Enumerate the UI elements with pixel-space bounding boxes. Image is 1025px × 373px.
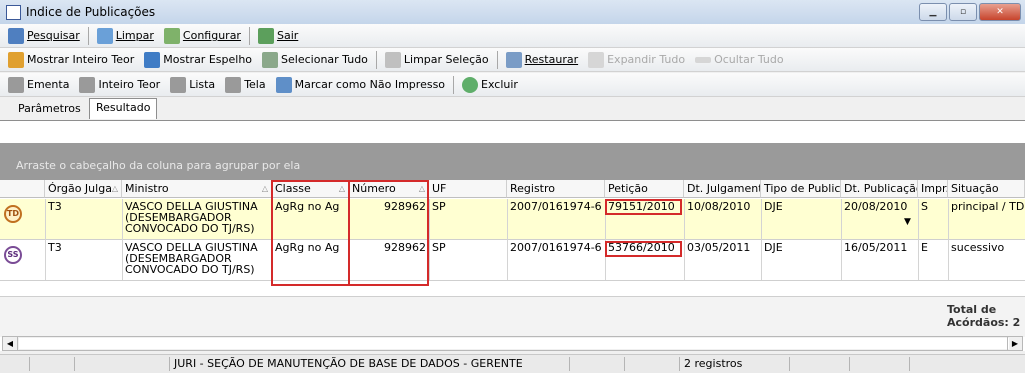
- cell-registro: 2007/0161974-6: [510, 242, 602, 253]
- mirror-document-icon: [144, 51, 161, 68]
- window-title: Indice de Publicações: [26, 5, 156, 19]
- header-ministro[interactable]: Ministro △: [122, 180, 272, 198]
- configurar-button[interactable]: Configurar: [162, 26, 243, 46]
- cell-dt-julgamento: 03/05/2011: [687, 242, 751, 253]
- print-toolbar: Ementa Inteiro Teor Lista Tela Marcar co…: [0, 73, 1025, 97]
- view-toolbar: Mostrar Inteiro Teor Mostrar Espelho Sel…: [0, 48, 1025, 72]
- peticao-highlight-box: [605, 241, 682, 257]
- limpar-button[interactable]: Limpar: [95, 26, 156, 46]
- collapse-icon: [695, 56, 712, 63]
- scroll-right-icon[interactable]: ▶: [1007, 337, 1022, 350]
- main-toolbar: Pesquisar Limpar Configurar Sair: [0, 24, 1025, 48]
- printer-icon: [225, 76, 242, 93]
- header-dt-publicacao[interactable]: Dt. Publicação: [841, 180, 918, 198]
- exit-icon: [257, 27, 274, 44]
- maximize-icon[interactable]: ▫: [949, 3, 977, 21]
- table-row[interactable]: SS T3 VASCO DELLA GIUSTINA (DESEMBARGADOR…: [0, 240, 1025, 280]
- table-row[interactable]: TD T3 VASCO DELLA GIUSTINA (DESEMBARGADOR…: [0, 199, 1025, 239]
- classe-highlight-box: [271, 180, 350, 286]
- cell-situacao: sucessivo: [951, 242, 1005, 253]
- excluir-button[interactable]: Excluir: [460, 75, 520, 95]
- selecionar-tudo-button[interactable]: Selecionar Tudo: [260, 50, 370, 70]
- lista-button[interactable]: Lista: [168, 75, 217, 95]
- cell-uf: SP: [432, 201, 446, 212]
- mostrar-inteiro-teor-button[interactable]: Mostrar Inteiro Teor: [6, 50, 136, 70]
- expandir-tudo-button[interactable]: Expandir Tudo: [586, 50, 687, 70]
- tab-resultado[interactable]: Resultado: [89, 98, 158, 119]
- inteiro-teor-print-button[interactable]: Inteiro Teor: [77, 75, 162, 95]
- cell-registro: 2007/0161974-6: [510, 201, 602, 212]
- cell-tipo-publica: DJE: [764, 242, 783, 253]
- cell-orgao: T3: [48, 201, 62, 212]
- printer-icon: [170, 76, 187, 93]
- header-select[interactable]: [0, 180, 45, 198]
- search-icon: [8, 27, 24, 44]
- scroll-left-icon[interactable]: ◀: [3, 337, 18, 350]
- td-status-icon: TD: [4, 205, 22, 223]
- group-by-bar[interactable]: Arraste o cabeçalho da coluna para agrup…: [0, 143, 1025, 180]
- cell-ministro: VASCO DELLA GIUSTINA (DESEMBARGADOR CONVOC…: [125, 201, 258, 234]
- cell-situacao: principal / TD: [951, 201, 1025, 212]
- header-dt-julgamento[interactable]: Dt. Julgamento: [684, 180, 761, 198]
- header-registro[interactable]: Registro: [507, 180, 605, 198]
- restaurar-button[interactable]: Restaurar: [504, 50, 580, 70]
- cell-orgao: T3: [48, 242, 62, 253]
- document-icon: [8, 51, 24, 68]
- tela-button[interactable]: Tela: [223, 75, 267, 95]
- header-orgao[interactable]: Órgão Julga △: [45, 180, 122, 198]
- summary-row: [0, 296, 1025, 337]
- ocultar-tudo-button[interactable]: Ocultar Tudo: [693, 50, 786, 70]
- horizontal-scrollbar[interactable]: ◀ ▶: [2, 336, 1023, 351]
- cell-ministro: VASCO DELLA GIUSTINA (DESEMBARGADOR CONVOC…: [125, 242, 258, 275]
- settings-icon: [163, 27, 180, 44]
- marcar-nao-impresso-button[interactable]: Marcar como Não Impresso: [274, 75, 447, 95]
- sair-button[interactable]: Sair: [256, 26, 300, 46]
- status-user: JURI - SEÇÃO DE MANUTENÇÃO DE BASE DE DA…: [170, 357, 570, 371]
- scrollbar-thumb[interactable]: [19, 338, 1009, 349]
- total-acordaos: Total de Acórdãos: 2: [947, 303, 1021, 329]
- cell-dt-publicacao: 20/08/2010: [844, 201, 908, 212]
- status-bar: JURI - SEÇÃO DE MANUTENÇÃO DE BASE DE DA…: [0, 354, 1025, 373]
- cell-dt-julgamento: 10/08/2010: [687, 201, 751, 212]
- header-situacao[interactable]: Situação: [948, 180, 1025, 198]
- minimize-icon[interactable]: ▁: [919, 3, 947, 21]
- header-peticao[interactable]: Petição: [605, 180, 684, 198]
- select-all-icon: [262, 51, 279, 68]
- limpar-selecao-button[interactable]: Limpar Seleção: [383, 50, 491, 70]
- header-impr[interactable]: Impr.: [918, 180, 948, 198]
- status-count: 2 registros: [680, 357, 790, 371]
- header-uf[interactable]: UF: [429, 180, 507, 198]
- delete-icon: [462, 76, 479, 93]
- peticao-highlight-box: [605, 199, 682, 215]
- eraser-icon: [96, 27, 113, 44]
- restore-icon: [505, 51, 522, 68]
- cell-tipo-publica: DJE: [764, 201, 783, 212]
- ss-status-icon: SS: [4, 246, 22, 264]
- title-bar: Indice de Publicações ▁ ▫ ✕: [0, 0, 1025, 25]
- close-icon[interactable]: ✕: [979, 3, 1021, 21]
- numero-highlight-box: [348, 180, 429, 286]
- tab-parametros[interactable]: Parâmetros: [12, 100, 87, 118]
- cell-impr: E: [921, 242, 928, 253]
- clear-selection-icon: [384, 51, 401, 68]
- expand-icon: [588, 51, 605, 68]
- ementa-button[interactable]: Ementa: [6, 75, 71, 95]
- tab-strip: Parâmetros Resultado: [0, 97, 1025, 119]
- cell-impr: S: [921, 201, 928, 212]
- mostrar-espelho-button[interactable]: Mostrar Espelho: [142, 50, 254, 70]
- dropdown-arrow-icon[interactable]: ▼: [904, 217, 911, 227]
- printer-icon: [79, 76, 96, 93]
- header-tipo-publica[interactable]: Tipo de Publica: [761, 180, 841, 198]
- cell-uf: SP: [432, 242, 446, 253]
- cell-dt-publicacao: 16/05/2011: [844, 242, 908, 253]
- printer-icon: [8, 76, 24, 93]
- printer-check-icon: [275, 76, 292, 93]
- pesquisar-button[interactable]: Pesquisar: [6, 26, 82, 46]
- app-icon: [6, 5, 21, 20]
